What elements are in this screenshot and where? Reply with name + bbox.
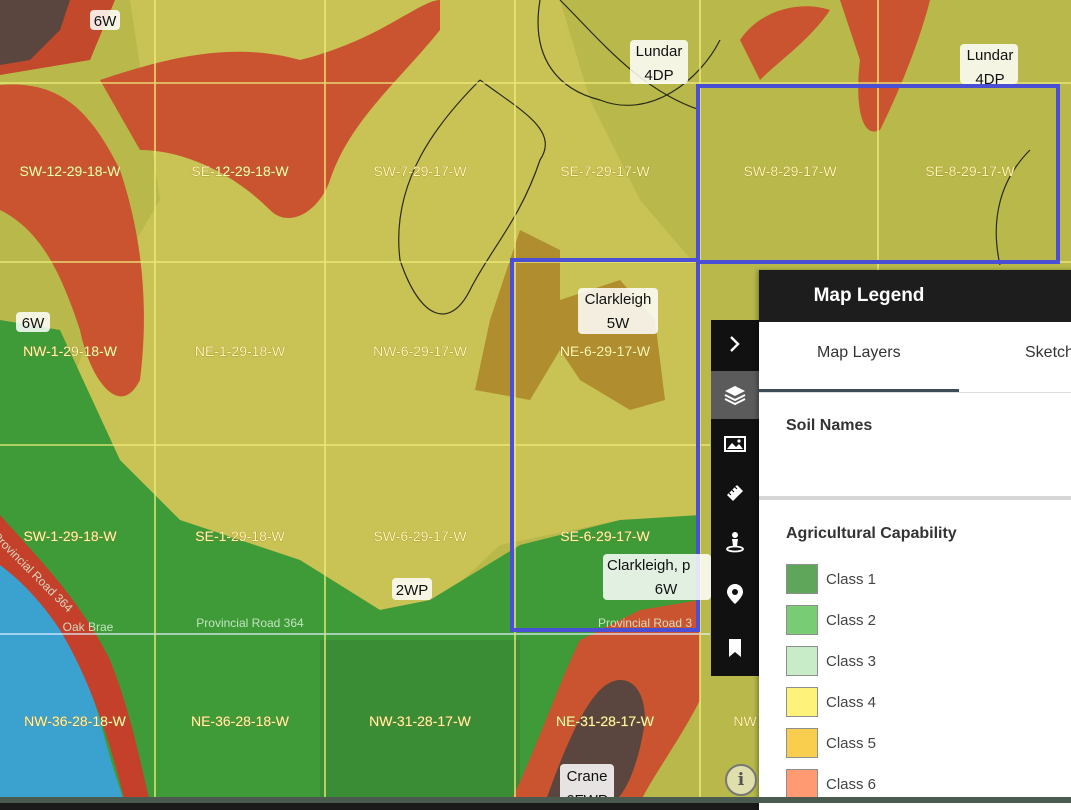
soil-code: 6W (94, 13, 117, 30)
chevron-right-icon (730, 336, 740, 352)
soil-code: 5W (607, 315, 630, 332)
soil-code: 6W (655, 581, 678, 598)
info-icon: i (737, 770, 745, 790)
legend-item: Class 6 (786, 767, 876, 801)
soil-names-title: Soil Names (786, 417, 873, 434)
class-swatch (786, 728, 818, 758)
legend-item: Class 4 (786, 685, 876, 719)
soil-code: 6W (22, 315, 45, 332)
class-swatch (786, 646, 818, 676)
parcel-label: SE-8-29-17-W (925, 163, 1015, 179)
info-button[interactable]: i (725, 764, 757, 796)
parcel-label: NW-36-28-18-W (24, 713, 126, 729)
parcel-label: NW (733, 713, 757, 729)
soil-name: Clarkleigh (585, 291, 652, 308)
parcel-label: NW-1-29-18-W (23, 343, 118, 359)
class-label: Class 6 (826, 775, 877, 793)
soil-code: 4DP (644, 67, 673, 84)
road-label: Provincial Road 364 (196, 616, 304, 630)
soil-name: Crane (567, 768, 608, 785)
layers-button[interactable] (711, 371, 759, 419)
parcel-label: NE-1-29-18-W (195, 343, 286, 359)
legend-item: Class 2 (786, 603, 876, 637)
layers-icon (724, 386, 746, 406)
class-label: Class 5 (826, 734, 877, 752)
soil-code: 4DP (975, 71, 1004, 88)
parcel-label: SE-6-29-17-W (560, 528, 650, 544)
map-toolbar (711, 320, 759, 676)
person-location-icon (726, 532, 744, 553)
parcel-label: NW-31-28-17-W (369, 713, 471, 729)
parcel-label: SW-12-29-18-W (20, 163, 122, 179)
parcel-label: SW-8-29-17-W (743, 163, 837, 179)
section-divider (759, 496, 1071, 500)
class-label: Class 2 (826, 611, 877, 629)
parcel-label: NE-36-28-18-W (191, 713, 290, 729)
bookmark-button[interactable] (711, 624, 759, 672)
marker-button[interactable] (711, 570, 759, 618)
tab-sketch[interactable]: Sketch (1025, 344, 1071, 362)
legend-item: Class 3 (786, 644, 876, 678)
legend-title: Map Legend (759, 270, 1071, 322)
class-label: Class 3 (826, 652, 877, 670)
ruler-icon (727, 485, 743, 501)
class-swatch (786, 564, 818, 594)
class-label: Class 4 (826, 693, 877, 711)
active-tab-indicator (759, 389, 959, 392)
class-swatch (786, 687, 818, 717)
location-person-button[interactable] (711, 518, 759, 566)
parcel-label: SW-1-29-18-W (23, 528, 117, 544)
place-label: Oak Brae (63, 620, 114, 634)
parcel-label: SW-6-29-17-W (373, 528, 467, 544)
soil-name: Lundar (636, 43, 683, 60)
bookmark-icon (729, 639, 741, 657)
tab-map-layers[interactable]: Map Layers (817, 344, 901, 362)
soil-name: Clarkleigh, p (607, 557, 690, 574)
parcel-label: NE-31-28-17-W (556, 713, 655, 729)
legend-tabs: Map Layers Sketch (759, 322, 1071, 393)
parcel-label: NE-6-29-17-W (560, 343, 651, 359)
legend-item: Class 1 (786, 562, 876, 596)
soil-name: Lundar (967, 47, 1014, 64)
basemap-button[interactable] (711, 420, 759, 468)
ag-capability-title: Agricultural Capability (786, 525, 957, 542)
parcel-label: SE-12-29-18-W (191, 163, 289, 179)
map-legend-panel: Map Legend Map Layers Sketch Soil Names … (759, 270, 1071, 810)
parcel-label: SE-1-29-18-W (195, 528, 285, 544)
class-swatch (786, 769, 818, 799)
map-pin-icon (727, 584, 743, 604)
parcel-label: NW-6-29-17-W (373, 343, 468, 359)
class-swatch (786, 605, 818, 635)
collapse-panel-button[interactable] (711, 320, 759, 368)
parcel-label: SW-7-29-17-W (373, 163, 467, 179)
parcel-label: SE-7-29-17-W (560, 163, 650, 179)
soil-code: 2WP (396, 582, 429, 599)
road-label: Provincial Road 3 (598, 616, 692, 630)
measure-button[interactable] (711, 469, 759, 517)
bottom-border (0, 797, 1071, 803)
map-image-icon (724, 436, 746, 452)
class-label: Class 1 (826, 570, 877, 588)
legend-item: Class 5 (786, 726, 876, 760)
